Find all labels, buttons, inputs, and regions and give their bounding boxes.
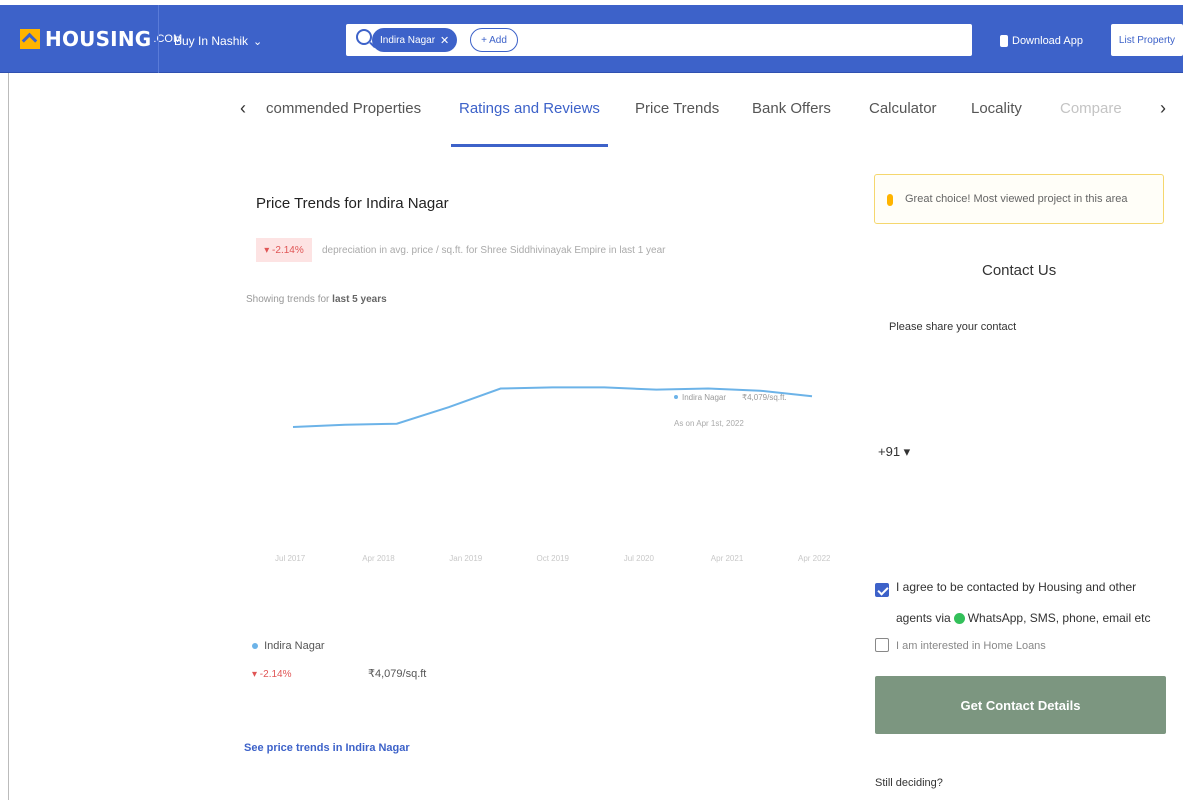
whatsapp-icon [953,612,965,624]
tooltip-dot [674,395,678,399]
still-deciding-label: Still deciding? [875,777,943,789]
contact-us-title: Contact Us [982,262,1057,279]
close-icon[interactable]: ✕ [440,34,449,47]
showing-period[interactable]: last 5 years [332,294,387,305]
left-edge [0,73,9,800]
legend-name: Indira Nagar [264,640,325,652]
showing-trends-text: Showing trends for last 5 years [246,294,387,305]
location-chip[interactable]: Indira Nagar ✕ [372,28,458,52]
tooltip-date: As on Apr 1st, 2022 [674,419,744,428]
legend-change: ▾ -2.14% [252,669,292,680]
tab-price-trends[interactable]: Price Trends [635,100,719,117]
download-app-label: Download App [1012,35,1083,47]
depreciation-text: depreciation in avg. price / sq.ft. for … [322,245,666,256]
agree-text-line2: agents via WhatsApp, SMS, phone, email e… [896,611,1150,625]
get-contact-details-button[interactable]: Get Contact Details [875,676,1166,734]
tooltip-label: Indira Nagar [682,393,726,402]
legend-dot [252,643,258,649]
notice-text: Great choice! Most viewed project in thi… [905,193,1128,205]
x-tick-label: Apr 2021 [711,554,744,563]
price-trend-chart[interactable]: Indira Nagar ₹4,079/sq.ft. As on Apr 1st… [250,330,830,590]
active-tab-indicator [451,144,608,147]
tab-compare[interactable]: Compare [1060,100,1122,117]
chart-legend: Indira Nagar [252,640,325,652]
chevron-down-icon: ⌄ [253,35,263,48]
tab-locality[interactable]: Locality [971,100,1022,117]
tooltip-value: ₹4,079/sq.ft. [742,393,787,402]
add-location-button[interactable]: + Add [470,28,518,52]
logo-text: HOUSING [45,27,152,51]
share-contact-label: Please share your contact [889,321,1017,333]
price-trends-title: Price Trends for Indira Nagar [256,195,449,212]
city-selector[interactable]: Buy In Nashik ⌄ [174,34,262,48]
depreciation-badge: ▾ -2.14% [256,238,312,262]
agree-text-line1: I agree to be contacted by Housing and o… [896,580,1137,594]
tab-bank-offers[interactable]: Bank Offers [752,100,831,117]
x-axis-ticks: Jul 2017 Apr 2018 Jan 2019 Oct 2019 Jul 2020… [275,554,830,563]
agree-checkbox[interactable] [875,583,889,597]
x-tick-label: Apr 2018 [362,554,395,563]
x-tick-label: Jul 2017 [275,554,306,563]
legend-price: ₹4,079/sq.ft [368,668,427,680]
location-chip-label: Indira Nagar [380,34,436,46]
x-tick-label: Oct 2019 [537,554,570,563]
most-viewed-notice: Great choice! Most viewed project in thi… [874,174,1164,224]
tab-recommended-properties[interactable]: commended Properties [266,100,421,117]
search-bar[interactable]: Indira Nagar ✕ + Add [346,24,972,56]
country-code-select[interactable]: +91 ▾ [878,444,910,460]
tab-calculator[interactable]: Calculator [869,100,937,117]
x-tick-label: Apr 2022 [798,554,830,563]
chart-tooltip: Indira Nagar ₹4,079/sq.ft. As on Apr 1st… [674,393,787,428]
see-price-trends-link[interactable]: See price trends in Indira Nagar [244,742,410,754]
housing-logo-icon [20,29,40,49]
chevron-left-icon[interactable]: ‹ [240,98,246,119]
x-tick-label: Jan 2019 [449,554,482,563]
agree-suffix: WhatsApp, SMS, phone, email etc [967,611,1151,625]
home-loans-checkbox[interactable] [875,638,889,652]
tab-ratings-and-reviews[interactable]: Ratings and Reviews [459,100,600,117]
list-property-button[interactable]: List Property [1111,24,1183,56]
bulb-icon [887,194,893,206]
showing-prefix: Showing trends for [246,294,330,305]
search-icon[interactable] [356,29,372,45]
section-tabs: ‹ commended Properties Ratings and Revie… [230,96,1183,136]
phone-icon [1000,35,1008,47]
download-app-button[interactable]: Download App [1000,35,1083,47]
city-selector-label: Buy In Nashik [174,34,249,48]
x-tick-label: Jul 2020 [624,554,655,563]
top-navbar: HOUSING .COM Buy In Nashik ⌄ Indira Naga… [0,5,1183,73]
chevron-right-icon[interactable]: › [1160,98,1166,119]
header-divider [158,5,159,73]
home-loans-label: I am interested in Home Loans [896,640,1046,652]
agree-prefix: agents via [896,611,951,625]
